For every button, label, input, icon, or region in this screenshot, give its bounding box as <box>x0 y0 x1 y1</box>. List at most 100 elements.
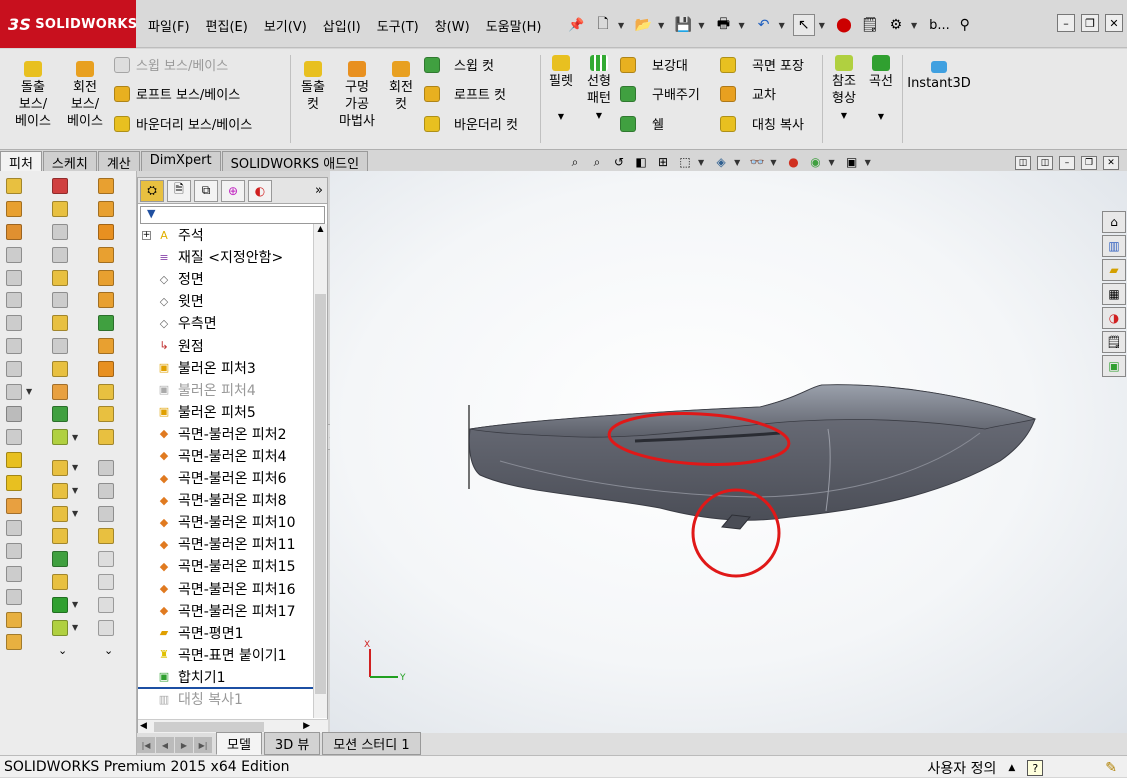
options-gear-icon[interactable]: ⚙ <box>885 14 907 36</box>
print-icon[interactable]: 🖶 <box>712 14 734 36</box>
restore-icon[interactable]: ❐ <box>1081 14 1099 32</box>
file-properties-icon[interactable]: 🗒 <box>859 14 881 36</box>
tree-item[interactable]: ◆ 곡면-불러온 피처4 <box>138 445 314 467</box>
design-library-icon[interactable]: ▥ <box>1102 235 1126 257</box>
tool-icon[interactable] <box>92 403 134 426</box>
boundary-cut-button[interactable]: 바운더리 컷 <box>424 114 518 133</box>
tree-item[interactable]: ≡ 재질 <지정안함> <box>138 246 314 268</box>
file-explorer-icon[interactable]: ▰ <box>1102 259 1126 281</box>
tool-icon[interactable] <box>92 312 134 335</box>
help-icon[interactable]: ? <box>1027 760 1044 776</box>
prev-tab-icon[interactable]: ◀ <box>156 737 174 753</box>
chevron-down-icon[interactable]: ▼ <box>819 21 825 30</box>
tool-icon[interactable] <box>0 540 42 563</box>
extrude-cut-button[interactable]: 돌출 컷 <box>294 61 332 113</box>
chevron-down-icon[interactable]: ▼ <box>698 158 704 167</box>
tree-item[interactable]: ◆ 곡면-불러온 피처11 <box>138 533 314 555</box>
tool-icon[interactable] <box>92 502 134 525</box>
tool-icon[interactable] <box>46 198 88 221</box>
chevron-down-icon[interactable]: ▼ <box>618 21 624 30</box>
chevron-down-icon[interactable]: ▼ <box>738 21 744 30</box>
dimxpert-manager-tab-icon[interactable]: ⊕ <box>221 179 245 202</box>
chevron-down-icon[interactable]: ▼ <box>770 158 776 167</box>
tool-icon[interactable] <box>0 517 42 540</box>
menu-file[interactable]: 파일(F) <box>140 14 198 37</box>
menu-window[interactable]: 창(W) <box>427 14 478 37</box>
apply-scene-icon[interactable]: ◉ <box>806 154 824 170</box>
tool-icon[interactable] <box>46 335 88 358</box>
tree-item[interactable]: ▣ 불러온 피처4 <box>138 379 314 401</box>
display-manager-tab-icon[interactable]: ◐ <box>248 179 272 202</box>
tool-icon[interactable] <box>0 198 42 221</box>
tool-icon[interactable] <box>46 243 88 266</box>
boundary-boss-button[interactable]: 바운더리 보스/베이스 <box>114 114 252 133</box>
tool-icon[interactable] <box>0 631 42 654</box>
forum-icon[interactable]: ▣ <box>1102 355 1126 377</box>
reference-geometry-button[interactable]: 참조 형상 ▼ <box>826 55 862 124</box>
save-icon[interactable]: 💾 <box>672 14 694 36</box>
tool-icon[interactable] <box>0 221 42 244</box>
tree-item[interactable]: ◆ 곡면-불러온 피처15 <box>138 555 314 577</box>
tool-icon[interactable] <box>92 175 134 198</box>
menu-insert[interactable]: 삽입(I) <box>315 14 369 37</box>
tool-icon[interactable]: ▼ <box>46 479 88 502</box>
chevron-down-icon[interactable]: ▼ <box>734 158 740 167</box>
property-manager-tab-icon[interactable]: 🗎 <box>167 179 191 202</box>
intersect-button[interactable]: 교차 <box>720 84 776 103</box>
revolve-cut-button[interactable]: 회전 컷 <box>382 61 420 113</box>
menu-tools[interactable]: 도구(T) <box>369 14 427 37</box>
dynamic-annotation-icon[interactable]: ⊞ <box>654 154 672 170</box>
tree-item[interactable]: ◆ 곡면-불러온 피처17 <box>138 600 314 622</box>
revolve-boss-button[interactable]: 회전 보스/ 베이스 <box>60 61 110 130</box>
linear-pattern-button[interactable]: 선형 패턴 ▼ <box>580 55 618 124</box>
rollback-bar[interactable] <box>138 687 314 689</box>
feature-manager-tab-icon[interactable]: ⛭ <box>140 179 164 202</box>
previous-view-icon[interactable]: ↺ <box>610 154 628 170</box>
loft-boss-button[interactable]: 로프트 보스/베이스 <box>114 84 240 103</box>
chevron-down-icon[interactable]: ▼ <box>864 108 898 125</box>
chevron-down-icon[interactable]: ▼ <box>828 158 834 167</box>
tool-icon[interactable] <box>92 548 134 571</box>
display-style-icon[interactable]: ◈ <box>712 154 730 170</box>
tool-icon[interactable]: ▼ <box>46 593 88 616</box>
chevron-down-icon[interactable]: ▼ <box>911 21 917 30</box>
tool-icon[interactable] <box>0 266 42 289</box>
units-label[interactable]: 사용자 정의 <box>927 758 996 778</box>
tool-icon[interactable] <box>46 357 88 380</box>
tool-icon[interactable]: ▼ <box>46 457 88 480</box>
tool-icon[interactable] <box>92 289 134 312</box>
expand-more-icon[interactable]: ⌄ <box>92 639 134 662</box>
tool-icon[interactable] <box>0 175 42 198</box>
tree-item[interactable]: ◇ 정면 <box>138 268 314 290</box>
viewport-split-icon[interactable]: ◫ <box>1015 156 1031 170</box>
tree-item[interactable]: ▣ 합치기1 <box>138 666 314 688</box>
tool-icon[interactable] <box>0 357 42 380</box>
solidworks-logo[interactable]: 3S SOLIDWORKS <box>0 0 137 48</box>
wrap-button[interactable]: 곡면 포장 <box>720 55 804 74</box>
expand-icon[interactable]: + <box>142 230 151 240</box>
tool-icon[interactable]: ▼ <box>46 616 88 639</box>
tool-icon[interactable] <box>46 289 88 312</box>
menu-view[interactable]: 보기(V) <box>256 14 315 37</box>
tool-icon[interactable] <box>0 403 42 426</box>
scroll-thumb[interactable] <box>154 722 264 732</box>
tree-item[interactable]: ◆ 곡면-불러온 피처2 <box>138 423 314 445</box>
tree-item[interactable]: ◇ 우측면 <box>138 312 314 334</box>
tab-3d-views[interactable]: 3D 뷰 <box>263 732 321 755</box>
tool-icon[interactable] <box>92 380 134 403</box>
view-settings-icon[interactable]: ▣ <box>843 154 861 170</box>
tool-icon[interactable] <box>0 335 42 358</box>
tab-motion-study[interactable]: 모션 스터디 1 <box>322 732 421 755</box>
appearances-icon[interactable]: ◑ <box>1102 307 1126 329</box>
tool-icon[interactable] <box>0 312 42 335</box>
tool-icon[interactable] <box>46 312 88 335</box>
tool-icon[interactable] <box>46 175 88 198</box>
tool-icon[interactable] <box>46 266 88 289</box>
hide-show-items-icon[interactable]: 👓 <box>748 154 766 170</box>
hole-wizard-button[interactable]: 구멍 가공 마법사 <box>334 61 380 130</box>
curves-button[interactable]: 곡선 ▼ <box>864 55 898 125</box>
view-palette-icon[interactable]: ▦ <box>1102 283 1126 305</box>
tree-item[interactable]: ▣ 불러온 피처3 <box>138 357 314 379</box>
tool-icon[interactable] <box>92 266 134 289</box>
edit-appearance-icon[interactable]: ● <box>784 154 802 170</box>
